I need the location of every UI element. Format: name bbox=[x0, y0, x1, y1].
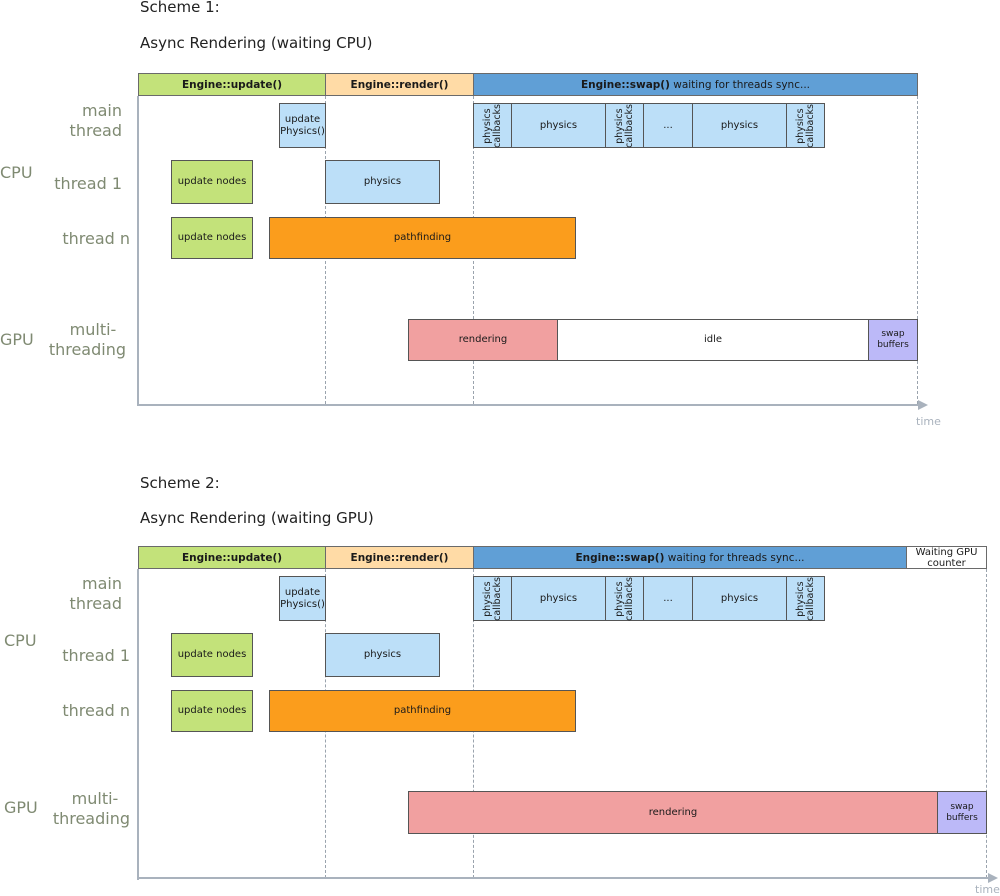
label-line: multi- bbox=[71, 789, 119, 808]
task-text: swap bbox=[950, 801, 974, 812]
task-ellipsis: ... bbox=[643, 103, 693, 148]
task-text: callbacks bbox=[623, 103, 635, 148]
phase-swap: Engine::swap() waiting for threads sync.… bbox=[473, 546, 907, 569]
scheme-heading: Scheme 1: bbox=[140, 0, 220, 16]
time-axis bbox=[137, 404, 920, 406]
task-physics: physics bbox=[325, 160, 440, 204]
task-text: buffers bbox=[946, 812, 978, 823]
task-text: physics bbox=[794, 107, 806, 144]
task-text: physics bbox=[794, 580, 806, 617]
row-label-thread-n: thread n bbox=[62, 229, 130, 248]
task-text: Physics() bbox=[280, 598, 325, 610]
phase-waiting-gpu: Waiting GPU counter bbox=[906, 546, 987, 569]
task-physics: physics bbox=[511, 103, 606, 148]
task-text: callbacks bbox=[804, 576, 816, 621]
task-update-physics: update Physics() bbox=[279, 103, 326, 148]
phase-swap-desc: waiting for threads sync... bbox=[664, 551, 805, 564]
task-update-nodes: update nodes bbox=[171, 217, 253, 259]
phase-waiting-text: counter bbox=[927, 557, 966, 569]
task-physics-callbacks: physics callbacks bbox=[473, 576, 512, 621]
task-text: callbacks bbox=[804, 103, 816, 148]
y-axis bbox=[137, 569, 139, 880]
phase-swap-label: Engine::swap() bbox=[580, 78, 670, 91]
phase-render-label: Engine::render() bbox=[350, 551, 449, 564]
task-update-nodes: update nodes bbox=[171, 160, 253, 204]
phase-waiting-text: Waiting GPU bbox=[915, 546, 978, 558]
task-update-physics: update Physics() bbox=[279, 576, 326, 621]
task-physics-callbacks: physics callbacks bbox=[473, 103, 512, 148]
time-label: time bbox=[975, 883, 1000, 896]
task-text: Physics() bbox=[280, 125, 325, 137]
label-line: main bbox=[82, 574, 122, 593]
task-physics: physics bbox=[692, 103, 787, 148]
phase-update-label: Engine::update() bbox=[181, 551, 283, 564]
group-label-cpu: CPU bbox=[4, 631, 37, 650]
row-label-multithreading: multi-threading bbox=[40, 789, 130, 829]
row-label-main-thread: main thread bbox=[60, 101, 122, 141]
task-physics-callbacks: physics callbacks bbox=[786, 576, 825, 621]
task-text: swap bbox=[881, 329, 905, 339]
phase-render: Engine::render() bbox=[325, 546, 474, 569]
task-update-nodes: update nodes bbox=[171, 690, 253, 732]
scheme-title: Async Rendering (waiting GPU) bbox=[140, 509, 374, 527]
label-line: threading bbox=[48, 340, 126, 359]
label-line: main bbox=[82, 101, 122, 120]
phase-swap-desc: waiting for threads sync... bbox=[669, 78, 811, 91]
phase-render-label: Engine::render() bbox=[350, 78, 449, 91]
task-text: update bbox=[284, 586, 321, 598]
gpu-swap-buffers: swap buffers bbox=[868, 319, 918, 361]
task-ellipsis: ... bbox=[643, 576, 693, 621]
task-text: callbacks bbox=[491, 576, 503, 621]
label-line: thread bbox=[69, 121, 122, 140]
time-arrow-icon bbox=[988, 873, 998, 883]
label-line: threading bbox=[52, 809, 130, 828]
task-physics: physics bbox=[325, 633, 440, 677]
row-label-thread-1: thread 1 bbox=[62, 646, 130, 665]
task-text: physics bbox=[613, 580, 625, 617]
scheme-title: Async Rendering (waiting CPU) bbox=[140, 34, 373, 52]
task-pathfinding: pathfinding bbox=[269, 217, 576, 259]
gpu-idle: idle bbox=[557, 319, 869, 361]
time-axis bbox=[137, 877, 989, 879]
row-label-multithreading: multi-threading bbox=[40, 320, 126, 360]
task-physics-callbacks: physics callbacks bbox=[605, 103, 644, 148]
task-text: physics bbox=[481, 580, 493, 617]
task-update-nodes: update nodes bbox=[171, 633, 253, 677]
row-label-thread-n: thread n bbox=[62, 701, 130, 720]
gpu-rendering: rendering bbox=[408, 319, 558, 361]
group-label-gpu: GPU bbox=[0, 330, 34, 349]
time-arrow-icon bbox=[918, 400, 928, 410]
phase-swap: Engine::swap() waiting for threads sync.… bbox=[473, 73, 918, 96]
task-text: physics bbox=[613, 107, 625, 144]
row-label-thread-1: thread 1 bbox=[54, 174, 122, 193]
group-label-gpu: GPU bbox=[4, 798, 38, 817]
time-label: time bbox=[916, 415, 941, 428]
scheme-heading: Scheme 2: bbox=[140, 474, 220, 492]
group-label-cpu: CPU bbox=[0, 163, 33, 182]
phase-update: Engine::update() bbox=[138, 546, 326, 569]
label-line: thread bbox=[69, 594, 122, 613]
gpu-rendering: rendering bbox=[408, 791, 938, 834]
task-text: callbacks bbox=[623, 576, 635, 621]
row-label-main-thread: main thread bbox=[60, 574, 122, 614]
task-physics: physics bbox=[692, 576, 787, 621]
phase-swap-label: Engine::swap() bbox=[575, 551, 665, 564]
y-axis bbox=[137, 96, 139, 406]
task-text: buffers bbox=[877, 340, 909, 350]
task-physics-callbacks: physics callbacks bbox=[605, 576, 644, 621]
label-line: multi- bbox=[69, 320, 117, 339]
task-text: update bbox=[284, 113, 321, 125]
task-pathfinding: pathfinding bbox=[269, 690, 576, 732]
task-physics: physics bbox=[511, 576, 606, 621]
task-text: callbacks bbox=[491, 103, 503, 148]
phase-update-label: Engine::update() bbox=[181, 78, 283, 91]
task-physics-callbacks: physics callbacks bbox=[786, 103, 825, 148]
gpu-swap-buffers: swap buffers bbox=[937, 791, 987, 834]
phase-update: Engine::update() bbox=[138, 73, 326, 96]
task-text: physics bbox=[481, 107, 493, 144]
phase-render: Engine::render() bbox=[325, 73, 474, 96]
